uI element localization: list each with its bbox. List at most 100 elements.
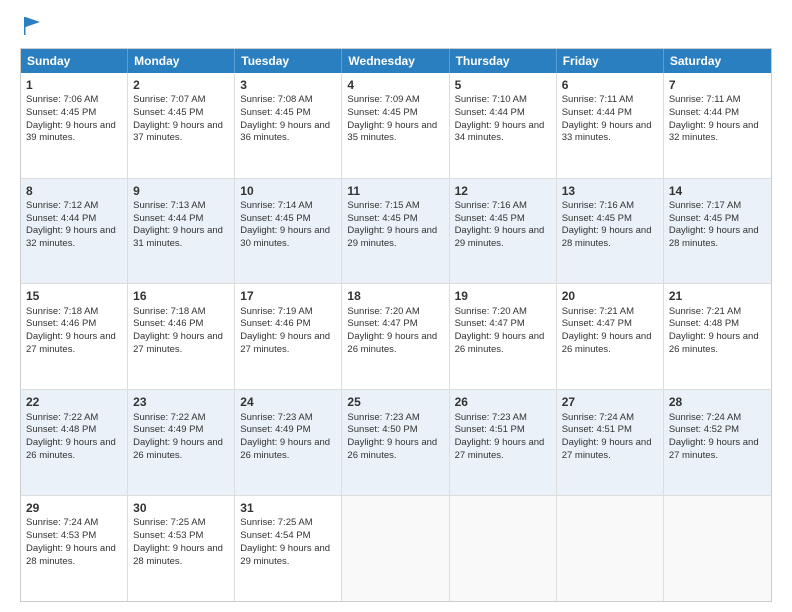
- sunrise-text: Sunrise: 7:22 AM: [26, 412, 98, 423]
- cal-week-5: 29Sunrise: 7:24 AMSunset: 4:53 PMDayligh…: [21, 496, 771, 601]
- day-number: 9: [133, 183, 229, 199]
- day-number: 23: [133, 394, 229, 410]
- daylight-text: Daylight: 9 hours and 26 minutes.: [455, 331, 545, 355]
- cal-cell-day-22: 22Sunrise: 7:22 AMSunset: 4:48 PMDayligh…: [21, 390, 128, 495]
- sunrise-text: Sunrise: 7:15 AM: [347, 200, 419, 211]
- daylight-text: Daylight: 9 hours and 34 minutes.: [455, 120, 545, 144]
- sunset-text: Sunset: 4:44 PM: [133, 213, 203, 224]
- sunset-text: Sunset: 4:44 PM: [669, 107, 739, 118]
- header: [20, 15, 772, 42]
- daylight-text: Daylight: 9 hours and 28 minutes.: [669, 225, 759, 249]
- day-number: 21: [669, 288, 766, 304]
- sunset-text: Sunset: 4:45 PM: [240, 213, 310, 224]
- sunrise-text: Sunrise: 7:21 AM: [562, 306, 634, 317]
- day-number: 24: [240, 394, 336, 410]
- sunset-text: Sunset: 4:45 PM: [133, 107, 203, 118]
- day-number: 4: [347, 77, 443, 93]
- sunrise-text: Sunrise: 7:24 AM: [669, 412, 741, 423]
- daylight-text: Daylight: 9 hours and 28 minutes.: [26, 543, 116, 567]
- day-number: 30: [133, 500, 229, 516]
- sunrise-text: Sunrise: 7:21 AM: [669, 306, 741, 317]
- sunrise-text: Sunrise: 7:13 AM: [133, 200, 205, 211]
- daylight-text: Daylight: 9 hours and 27 minutes.: [669, 437, 759, 461]
- cal-cell-day-15: 15Sunrise: 7:18 AMSunset: 4:46 PMDayligh…: [21, 284, 128, 389]
- daylight-text: Daylight: 9 hours and 35 minutes.: [347, 120, 437, 144]
- sunrise-text: Sunrise: 7:20 AM: [455, 306, 527, 317]
- cal-cell-day-31: 31Sunrise: 7:25 AMSunset: 4:54 PMDayligh…: [235, 496, 342, 601]
- sunset-text: Sunset: 4:45 PM: [669, 213, 739, 224]
- sunrise-text: Sunrise: 7:25 AM: [240, 517, 312, 528]
- day-number: 16: [133, 288, 229, 304]
- cal-week-4: 22Sunrise: 7:22 AMSunset: 4:48 PMDayligh…: [21, 390, 771, 496]
- cal-cell-day-21: 21Sunrise: 7:21 AMSunset: 4:48 PMDayligh…: [664, 284, 771, 389]
- cal-week-1: 1Sunrise: 7:06 AMSunset: 4:45 PMDaylight…: [21, 73, 771, 179]
- day-number: 19: [455, 288, 551, 304]
- daylight-text: Daylight: 9 hours and 26 minutes.: [347, 331, 437, 355]
- sunset-text: Sunset: 4:49 PM: [240, 424, 310, 435]
- sunset-text: Sunset: 4:46 PM: [133, 318, 203, 329]
- daylight-text: Daylight: 9 hours and 28 minutes.: [133, 543, 223, 567]
- sunrise-text: Sunrise: 7:14 AM: [240, 200, 312, 211]
- cal-cell-day-23: 23Sunrise: 7:22 AMSunset: 4:49 PMDayligh…: [128, 390, 235, 495]
- sunrise-text: Sunrise: 7:07 AM: [133, 94, 205, 105]
- daylight-text: Daylight: 9 hours and 29 minutes.: [455, 225, 545, 249]
- sunset-text: Sunset: 4:45 PM: [347, 213, 417, 224]
- daylight-text: Daylight: 9 hours and 28 minutes.: [562, 225, 652, 249]
- cal-cell-day-25: 25Sunrise: 7:23 AMSunset: 4:50 PMDayligh…: [342, 390, 449, 495]
- header-day-wednesday: Wednesday: [342, 49, 449, 73]
- sunset-text: Sunset: 4:50 PM: [347, 424, 417, 435]
- sunrise-text: Sunrise: 7:11 AM: [562, 94, 634, 105]
- daylight-text: Daylight: 9 hours and 26 minutes.: [562, 331, 652, 355]
- day-number: 2: [133, 77, 229, 93]
- cal-cell-day-13: 13Sunrise: 7:16 AMSunset: 4:45 PMDayligh…: [557, 179, 664, 284]
- daylight-text: Daylight: 9 hours and 37 minutes.: [133, 120, 223, 144]
- page: SundayMondayTuesdayWednesdayThursdayFrid…: [0, 0, 792, 612]
- sunrise-text: Sunrise: 7:20 AM: [347, 306, 419, 317]
- cal-cell-empty: [450, 496, 557, 601]
- cal-cell-empty: [342, 496, 449, 601]
- sunset-text: Sunset: 4:46 PM: [240, 318, 310, 329]
- header-day-monday: Monday: [128, 49, 235, 73]
- day-number: 17: [240, 288, 336, 304]
- day-number: 20: [562, 288, 658, 304]
- sunrise-text: Sunrise: 7:24 AM: [562, 412, 634, 423]
- cal-cell-day-24: 24Sunrise: 7:23 AMSunset: 4:49 PMDayligh…: [235, 390, 342, 495]
- sunrise-text: Sunrise: 7:18 AM: [133, 306, 205, 317]
- cal-cell-day-9: 9Sunrise: 7:13 AMSunset: 4:44 PMDaylight…: [128, 179, 235, 284]
- calendar-header: SundayMondayTuesdayWednesdayThursdayFrid…: [21, 49, 771, 73]
- sunset-text: Sunset: 4:47 PM: [347, 318, 417, 329]
- sunset-text: Sunset: 4:45 PM: [240, 107, 310, 118]
- header-day-friday: Friday: [557, 49, 664, 73]
- calendar-body: 1Sunrise: 7:06 AMSunset: 4:45 PMDaylight…: [21, 73, 771, 601]
- daylight-text: Daylight: 9 hours and 26 minutes.: [26, 437, 116, 461]
- logo-flag-icon: [22, 15, 44, 37]
- daylight-text: Daylight: 9 hours and 27 minutes.: [26, 331, 116, 355]
- sunrise-text: Sunrise: 7:17 AM: [669, 200, 741, 211]
- day-number: 26: [455, 394, 551, 410]
- sunrise-text: Sunrise: 7:09 AM: [347, 94, 419, 105]
- cal-cell-day-28: 28Sunrise: 7:24 AMSunset: 4:52 PMDayligh…: [664, 390, 771, 495]
- header-day-saturday: Saturday: [664, 49, 771, 73]
- daylight-text: Daylight: 9 hours and 26 minutes.: [133, 437, 223, 461]
- cal-cell-day-30: 30Sunrise: 7:25 AMSunset: 4:53 PMDayligh…: [128, 496, 235, 601]
- daylight-text: Daylight: 9 hours and 30 minutes.: [240, 225, 330, 249]
- day-number: 13: [562, 183, 658, 199]
- day-number: 5: [455, 77, 551, 93]
- sunrise-text: Sunrise: 7:25 AM: [133, 517, 205, 528]
- day-number: 31: [240, 500, 336, 516]
- sunset-text: Sunset: 4:47 PM: [455, 318, 525, 329]
- daylight-text: Daylight: 9 hours and 29 minutes.: [347, 225, 437, 249]
- cal-cell-day-14: 14Sunrise: 7:17 AMSunset: 4:45 PMDayligh…: [664, 179, 771, 284]
- daylight-text: Daylight: 9 hours and 26 minutes.: [669, 331, 759, 355]
- sunset-text: Sunset: 4:44 PM: [562, 107, 632, 118]
- sunset-text: Sunset: 4:44 PM: [455, 107, 525, 118]
- day-number: 7: [669, 77, 766, 93]
- sunrise-text: Sunrise: 7:16 AM: [455, 200, 527, 211]
- cal-week-3: 15Sunrise: 7:18 AMSunset: 4:46 PMDayligh…: [21, 284, 771, 390]
- logo-text: [20, 15, 44, 42]
- sunrise-text: Sunrise: 7:08 AM: [240, 94, 312, 105]
- header-day-thursday: Thursday: [450, 49, 557, 73]
- cal-cell-day-27: 27Sunrise: 7:24 AMSunset: 4:51 PMDayligh…: [557, 390, 664, 495]
- sunrise-text: Sunrise: 7:11 AM: [669, 94, 741, 105]
- day-number: 29: [26, 500, 122, 516]
